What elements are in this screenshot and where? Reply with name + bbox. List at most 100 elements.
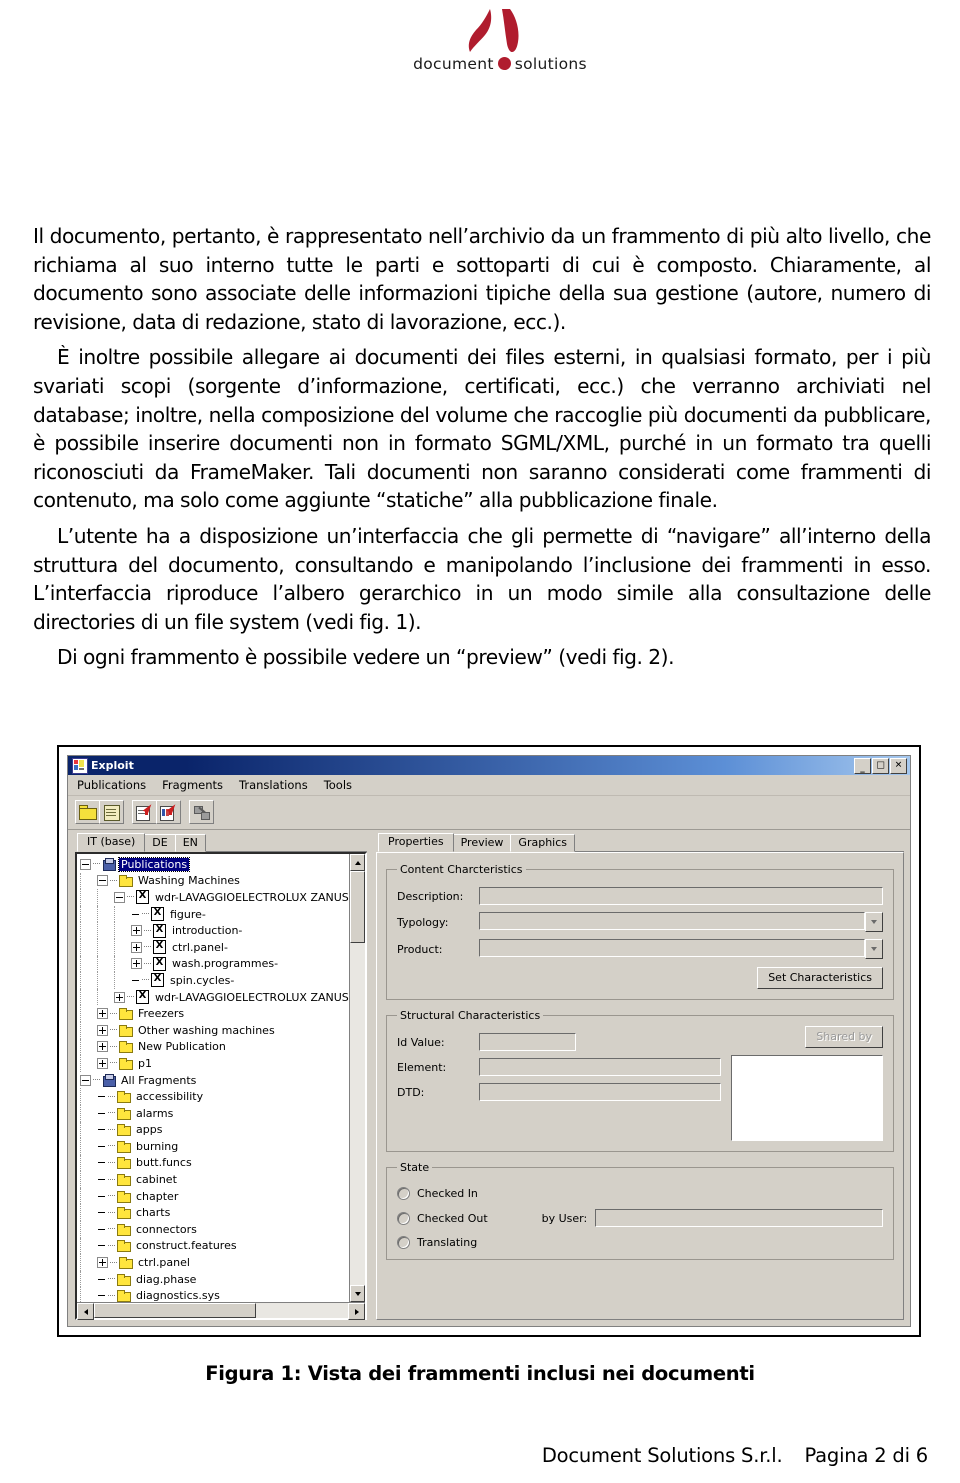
checked-out-radio[interactable] xyxy=(397,1211,410,1225)
tree-node[interactable]: figure- xyxy=(80,905,349,923)
tree-node[interactable]: Other washing machines xyxy=(80,1021,349,1039)
tree-node[interactable]: New Publication xyxy=(80,1038,349,1056)
expand-icon[interactable] xyxy=(131,941,142,953)
close-button[interactable]: ✕ xyxy=(890,757,907,774)
tree-node[interactable]: wdr-LAVAGGIOELECTROLUX ZANUS xyxy=(80,988,349,1006)
tree-node[interactable]: diagnostics.sys xyxy=(80,1287,349,1302)
collapse-icon[interactable] xyxy=(80,858,91,870)
tree-vertical-scrollbar[interactable] xyxy=(349,854,365,1302)
folder-icon xyxy=(117,1223,131,1236)
checked-in-row[interactable]: Checked In xyxy=(397,1187,883,1200)
horizontal-scroll-track[interactable] xyxy=(94,1303,348,1318)
shared-by-listbox[interactable] xyxy=(731,1055,883,1141)
expand-icon[interactable] xyxy=(131,925,142,937)
tree-node[interactable]: introduction- xyxy=(80,922,349,939)
menu-item-fragments[interactable]: Fragments xyxy=(162,778,223,792)
typology-dropdown-button[interactable] xyxy=(865,912,883,932)
expand-icon[interactable] xyxy=(97,1024,108,1036)
typology-input[interactable] xyxy=(479,912,865,930)
tree-connector xyxy=(93,863,100,865)
element-input[interactable] xyxy=(479,1058,721,1076)
tree-node[interactable]: wash.programmes- xyxy=(80,955,349,973)
tab-de[interactable]: DE xyxy=(144,834,176,852)
scroll-up-button[interactable] xyxy=(350,854,365,871)
checked-out-row[interactable]: Checked Out by User: xyxy=(397,1209,883,1227)
id-value-input[interactable] xyxy=(479,1033,576,1051)
tree-node[interactable]: apps xyxy=(80,1121,349,1139)
open-folder-button[interactable] xyxy=(75,800,100,824)
tree-node[interactable]: butt.funcs xyxy=(80,1154,349,1172)
translating-row[interactable]: Translating xyxy=(397,1236,883,1249)
window-title: Exploit xyxy=(91,759,134,772)
tree-node[interactable]: Washing Machines xyxy=(80,872,349,890)
tree-node[interactable]: chapter xyxy=(80,1187,349,1205)
tree-node[interactable]: connectors xyxy=(80,1221,349,1238)
tree-node-label: alarms xyxy=(136,1106,174,1120)
new-fragment-button[interactable] xyxy=(132,800,157,824)
tree-node[interactable]: Freezers xyxy=(80,1005,349,1022)
tab-properties[interactable]: Properties xyxy=(378,833,454,852)
expand-icon[interactable] xyxy=(97,1057,108,1069)
horizontal-scroll-thumb[interactable] xyxy=(94,1303,256,1318)
dtd-input[interactable] xyxy=(479,1083,721,1101)
collapse-icon[interactable] xyxy=(114,891,125,903)
tab-preview[interactable]: Preview xyxy=(452,834,512,852)
maximize-button[interactable]: □ xyxy=(872,757,889,774)
tree-node[interactable]: cabinet xyxy=(80,1171,349,1188)
tree-node[interactable]: burning xyxy=(80,1138,349,1155)
tree-view[interactable]: Publications Washing Machines wdr-LAVAGGIO… xyxy=(75,852,367,1320)
tree-node-list[interactable]: Publications Washing Machines wdr-LAVAGGIO… xyxy=(77,854,349,1302)
typology-combobox[interactable] xyxy=(479,912,883,932)
scroll-down-button[interactable] xyxy=(350,1285,365,1302)
tree-connector xyxy=(127,996,134,998)
translating-radio[interactable] xyxy=(397,1236,410,1249)
minimize-button[interactable]: _ xyxy=(854,757,871,774)
product-dropdown-button[interactable] xyxy=(865,939,883,959)
product-input[interactable] xyxy=(479,939,865,957)
tree-node[interactable]: Publications xyxy=(80,856,349,873)
tree-node[interactable]: diag.phase xyxy=(80,1270,349,1288)
tree-node-label: chapter xyxy=(136,1189,179,1203)
collapse-icon[interactable] xyxy=(80,1074,91,1086)
scroll-left-button[interactable] xyxy=(77,1303,94,1320)
expand-icon[interactable] xyxy=(131,958,142,970)
by-user-input[interactable] xyxy=(595,1209,883,1227)
move-button[interactable] xyxy=(189,800,214,824)
menu-item-tools[interactable]: Tools xyxy=(324,778,352,792)
tree-indent-guide xyxy=(97,938,114,956)
tree-node[interactable]: accessibility xyxy=(80,1088,349,1105)
scroll-right-button[interactable] xyxy=(348,1303,365,1320)
tree-node[interactable]: charts xyxy=(80,1204,349,1222)
tree-node[interactable]: ctrl.panel- xyxy=(80,938,349,956)
tab-graphics[interactable]: Graphics xyxy=(510,834,575,852)
expand-icon[interactable] xyxy=(97,1041,108,1053)
checked-in-radio[interactable] xyxy=(397,1187,410,1200)
document-button[interactable] xyxy=(99,800,124,824)
expand-icon[interactable] xyxy=(97,1008,108,1020)
vertical-scroll-track[interactable] xyxy=(350,943,365,1285)
expand-icon[interactable] xyxy=(97,1257,108,1269)
description-input[interactable] xyxy=(479,887,883,905)
tree-horizontal-scrollbar[interactable] xyxy=(77,1302,365,1320)
menu-item-publications[interactable]: Publications xyxy=(77,778,146,792)
set-characteristics-button[interactable]: Set Characteristics xyxy=(757,967,883,989)
tree-node[interactable]: wdr-LAVAGGIOELECTROLUX ZANUS xyxy=(80,889,349,906)
new-publication-button[interactable] xyxy=(156,800,181,824)
menu-item-translations[interactable]: Translations xyxy=(239,778,308,792)
tab-en[interactable]: EN xyxy=(174,834,206,852)
expand-icon[interactable] xyxy=(114,991,125,1003)
shared-by-button[interactable]: Shared by xyxy=(805,1026,883,1048)
tree-node[interactable]: All Fragments xyxy=(80,1072,349,1089)
collapse-icon[interactable] xyxy=(97,875,108,887)
product-combobox[interactable] xyxy=(479,939,883,959)
tree-node[interactable]: p1 xyxy=(80,1055,349,1072)
tree-node-label: connectors xyxy=(136,1222,197,1236)
tree-node[interactable]: alarms xyxy=(80,1104,349,1122)
tab-it-base[interactable]: IT (base) xyxy=(77,833,146,852)
tree-node[interactable]: construct.features xyxy=(80,1237,349,1255)
tree-node[interactable]: ctrl.panel xyxy=(80,1254,349,1271)
tree-node[interactable]: spin.cycles- xyxy=(80,972,349,989)
tree-indent-guide xyxy=(97,972,114,989)
chevron-down-icon xyxy=(871,947,877,951)
vertical-scroll-thumb[interactable] xyxy=(350,871,365,943)
